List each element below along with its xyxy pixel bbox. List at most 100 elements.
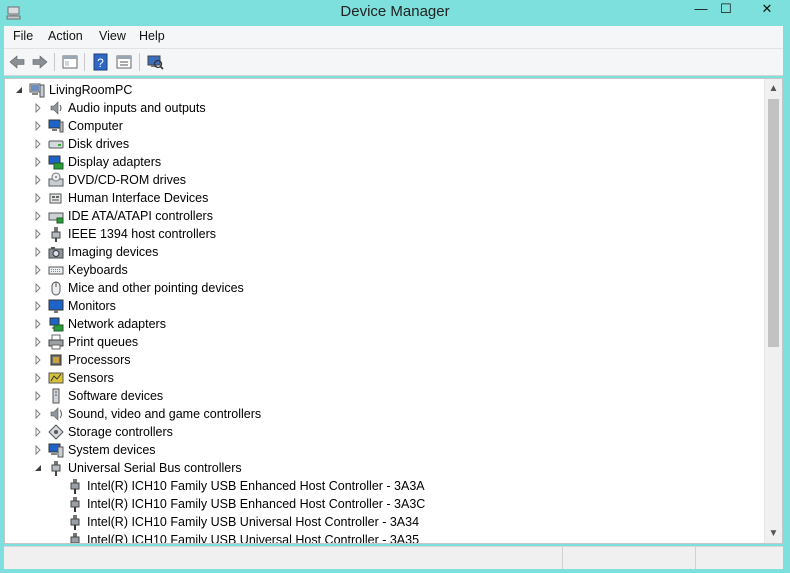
storage-controller-icon — [48, 424, 64, 440]
category-label: IDE ATA/ATAPI controllers — [68, 209, 213, 223]
network-icon — [48, 316, 64, 332]
tree-category-node[interactable]: Monitors — [5, 297, 765, 315]
expand-arrow-icon[interactable] — [33, 225, 43, 243]
expand-arrow-icon[interactable] — [33, 333, 43, 351]
expand-arrow-icon[interactable] — [33, 99, 43, 117]
tree-device-node[interactable]: Intel(R) ICH10 Family USB Enhanced Host … — [5, 495, 765, 513]
expand-arrow-icon[interactable] — [33, 387, 43, 405]
menu-action[interactable]: Action — [48, 29, 83, 43]
title-bar[interactable]: Device Manager — ☐ ✕ — [0, 0, 790, 26]
tree-category-node[interactable]: Display adapters — [5, 153, 765, 171]
category-label: Audio inputs and outputs — [68, 101, 206, 115]
tree-root-node[interactable]: LivingRoomPC — [5, 81, 765, 99]
menu-file[interactable]: File — [13, 29, 33, 43]
ieee1394-icon — [48, 226, 64, 242]
maximize-button[interactable]: ☐ — [712, 0, 740, 20]
tree-category-node[interactable]: Disk drives — [5, 135, 765, 153]
tree-category-node[interactable]: Network adapters — [5, 315, 765, 333]
keyboard-icon — [48, 262, 64, 278]
show-hide-console-tree-button[interactable] — [61, 53, 79, 71]
category-label: DVD/CD-ROM drives — [68, 173, 187, 187]
category-label: Print queues — [68, 335, 139, 349]
scan-hardware-changes-button[interactable] — [146, 53, 164, 71]
toolbar-separator — [139, 53, 140, 71]
tree-device-node[interactable]: Intel(R) ICH10 Family USB Universal Host… — [5, 531, 765, 544]
category-label: IEEE 1394 host controllers — [68, 227, 216, 241]
tree-category-node[interactable]: Processors — [5, 351, 765, 369]
forward-button[interactable] — [31, 53, 49, 71]
collapse-arrow-icon[interactable] — [14, 81, 24, 99]
tree-category-node[interactable]: System devices — [5, 441, 765, 459]
tree-device-node[interactable]: Intel(R) ICH10 Family USB Universal Host… — [5, 513, 765, 531]
category-label: Monitors — [68, 299, 116, 313]
tree-category-node[interactable]: Audio inputs and outputs — [5, 99, 765, 117]
expand-arrow-icon[interactable] — [33, 405, 43, 423]
expand-arrow-icon[interactable] — [33, 207, 43, 225]
device-label: Intel(R) ICH10 Family USB Universal Host… — [87, 533, 420, 544]
scroll-up-arrow[interactable]: ▲ — [765, 80, 782, 97]
category-label: Human Interface Devices — [68, 191, 209, 205]
tree-category-node[interactable]: Sound, video and game controllers — [5, 405, 765, 423]
minimize-button[interactable]: — — [687, 0, 715, 20]
tree-category-node[interactable]: DVD/CD-ROM drives — [5, 171, 765, 189]
tree-category-node[interactable]: Sensors — [5, 369, 765, 387]
category-label: Sensors — [68, 371, 114, 385]
device-tree-view[interactable]: LivingRoomPC Audio inputs and outputs Comp… — [4, 78, 783, 544]
expand-arrow-icon[interactable] — [33, 315, 43, 333]
tree-category-node[interactable]: Computer — [5, 117, 765, 135]
back-button[interactable] — [8, 53, 26, 71]
help-button[interactable]: ? — [92, 53, 110, 71]
expand-arrow-icon[interactable] — [33, 171, 43, 189]
expand-arrow-icon[interactable] — [33, 135, 43, 153]
collapse-arrow-icon[interactable] — [33, 459, 43, 477]
menu-help[interactable]: Help — [139, 29, 165, 43]
toolbar: ? — [4, 49, 783, 76]
expand-arrow-icon[interactable] — [33, 297, 43, 315]
category-label: Disk drives — [68, 137, 130, 151]
menu-view[interactable]: View — [99, 29, 126, 43]
close-button[interactable]: ✕ — [750, 0, 784, 20]
expand-arrow-icon[interactable] — [33, 153, 43, 171]
ide-controller-icon — [48, 208, 64, 224]
tree-device-node[interactable]: Intel(R) ICH10 Family USB Enhanced Host … — [5, 477, 765, 495]
expand-arrow-icon[interactable] — [33, 189, 43, 207]
expand-arrow-icon[interactable] — [33, 423, 43, 441]
expand-arrow-icon[interactable] — [33, 261, 43, 279]
tree-category-node[interactable]: Software devices — [5, 387, 765, 405]
tree-category-node[interactable]: Keyboards — [5, 261, 765, 279]
tree-category-node[interactable]: IDE ATA/ATAPI controllers — [5, 207, 765, 225]
expand-arrow-icon[interactable] — [33, 351, 43, 369]
mouse-icon — [48, 280, 64, 296]
expand-arrow-icon[interactable] — [33, 369, 43, 387]
tree-category-node[interactable]: Storage controllers — [5, 423, 765, 441]
expand-arrow-icon[interactable] — [33, 117, 43, 135]
hid-icon — [48, 190, 64, 206]
tree-category-node[interactable]: Mice and other pointing devices — [5, 279, 765, 297]
display-adapter-icon — [48, 154, 64, 170]
device-label: Intel(R) ICH10 Family USB Enhanced Host … — [87, 497, 426, 511]
expand-arrow-icon[interactable] — [33, 243, 43, 261]
tree-category-node[interactable]: Imaging devices — [5, 243, 765, 261]
root-computer-icon — [29, 82, 45, 98]
category-label: Computer — [68, 119, 123, 133]
scrollbar-thumb[interactable] — [768, 99, 779, 347]
expand-arrow-icon[interactable] — [33, 279, 43, 297]
category-label: Sound, video and game controllers — [68, 407, 262, 421]
dvd-drive-icon — [48, 172, 64, 188]
sound-icon — [48, 406, 64, 422]
disk-drive-icon — [48, 136, 64, 152]
tree-category-node[interactable]: Human Interface Devices — [5, 189, 765, 207]
svg-text:?: ? — [97, 56, 104, 70]
tree-category-node[interactable]: Print queues — [5, 333, 765, 351]
properties-button[interactable] — [115, 53, 133, 71]
expand-arrow-icon[interactable] — [33, 441, 43, 459]
tree-category-node[interactable]: IEEE 1394 host controllers — [5, 225, 765, 243]
category-label: Keyboards — [68, 263, 128, 277]
scroll-down-arrow[interactable]: ▼ — [765, 525, 782, 542]
device-manager-window: Device Manager — ☐ ✕ File Action View He… — [0, 0, 790, 573]
usb-icon — [48, 460, 64, 476]
category-label: Processors — [68, 353, 131, 367]
tree-category-node[interactable]: Universal Serial Bus controllers — [5, 459, 765, 477]
computer-icon — [48, 118, 64, 134]
vertical-scrollbar[interactable]: ▲ ▼ — [764, 79, 782, 543]
